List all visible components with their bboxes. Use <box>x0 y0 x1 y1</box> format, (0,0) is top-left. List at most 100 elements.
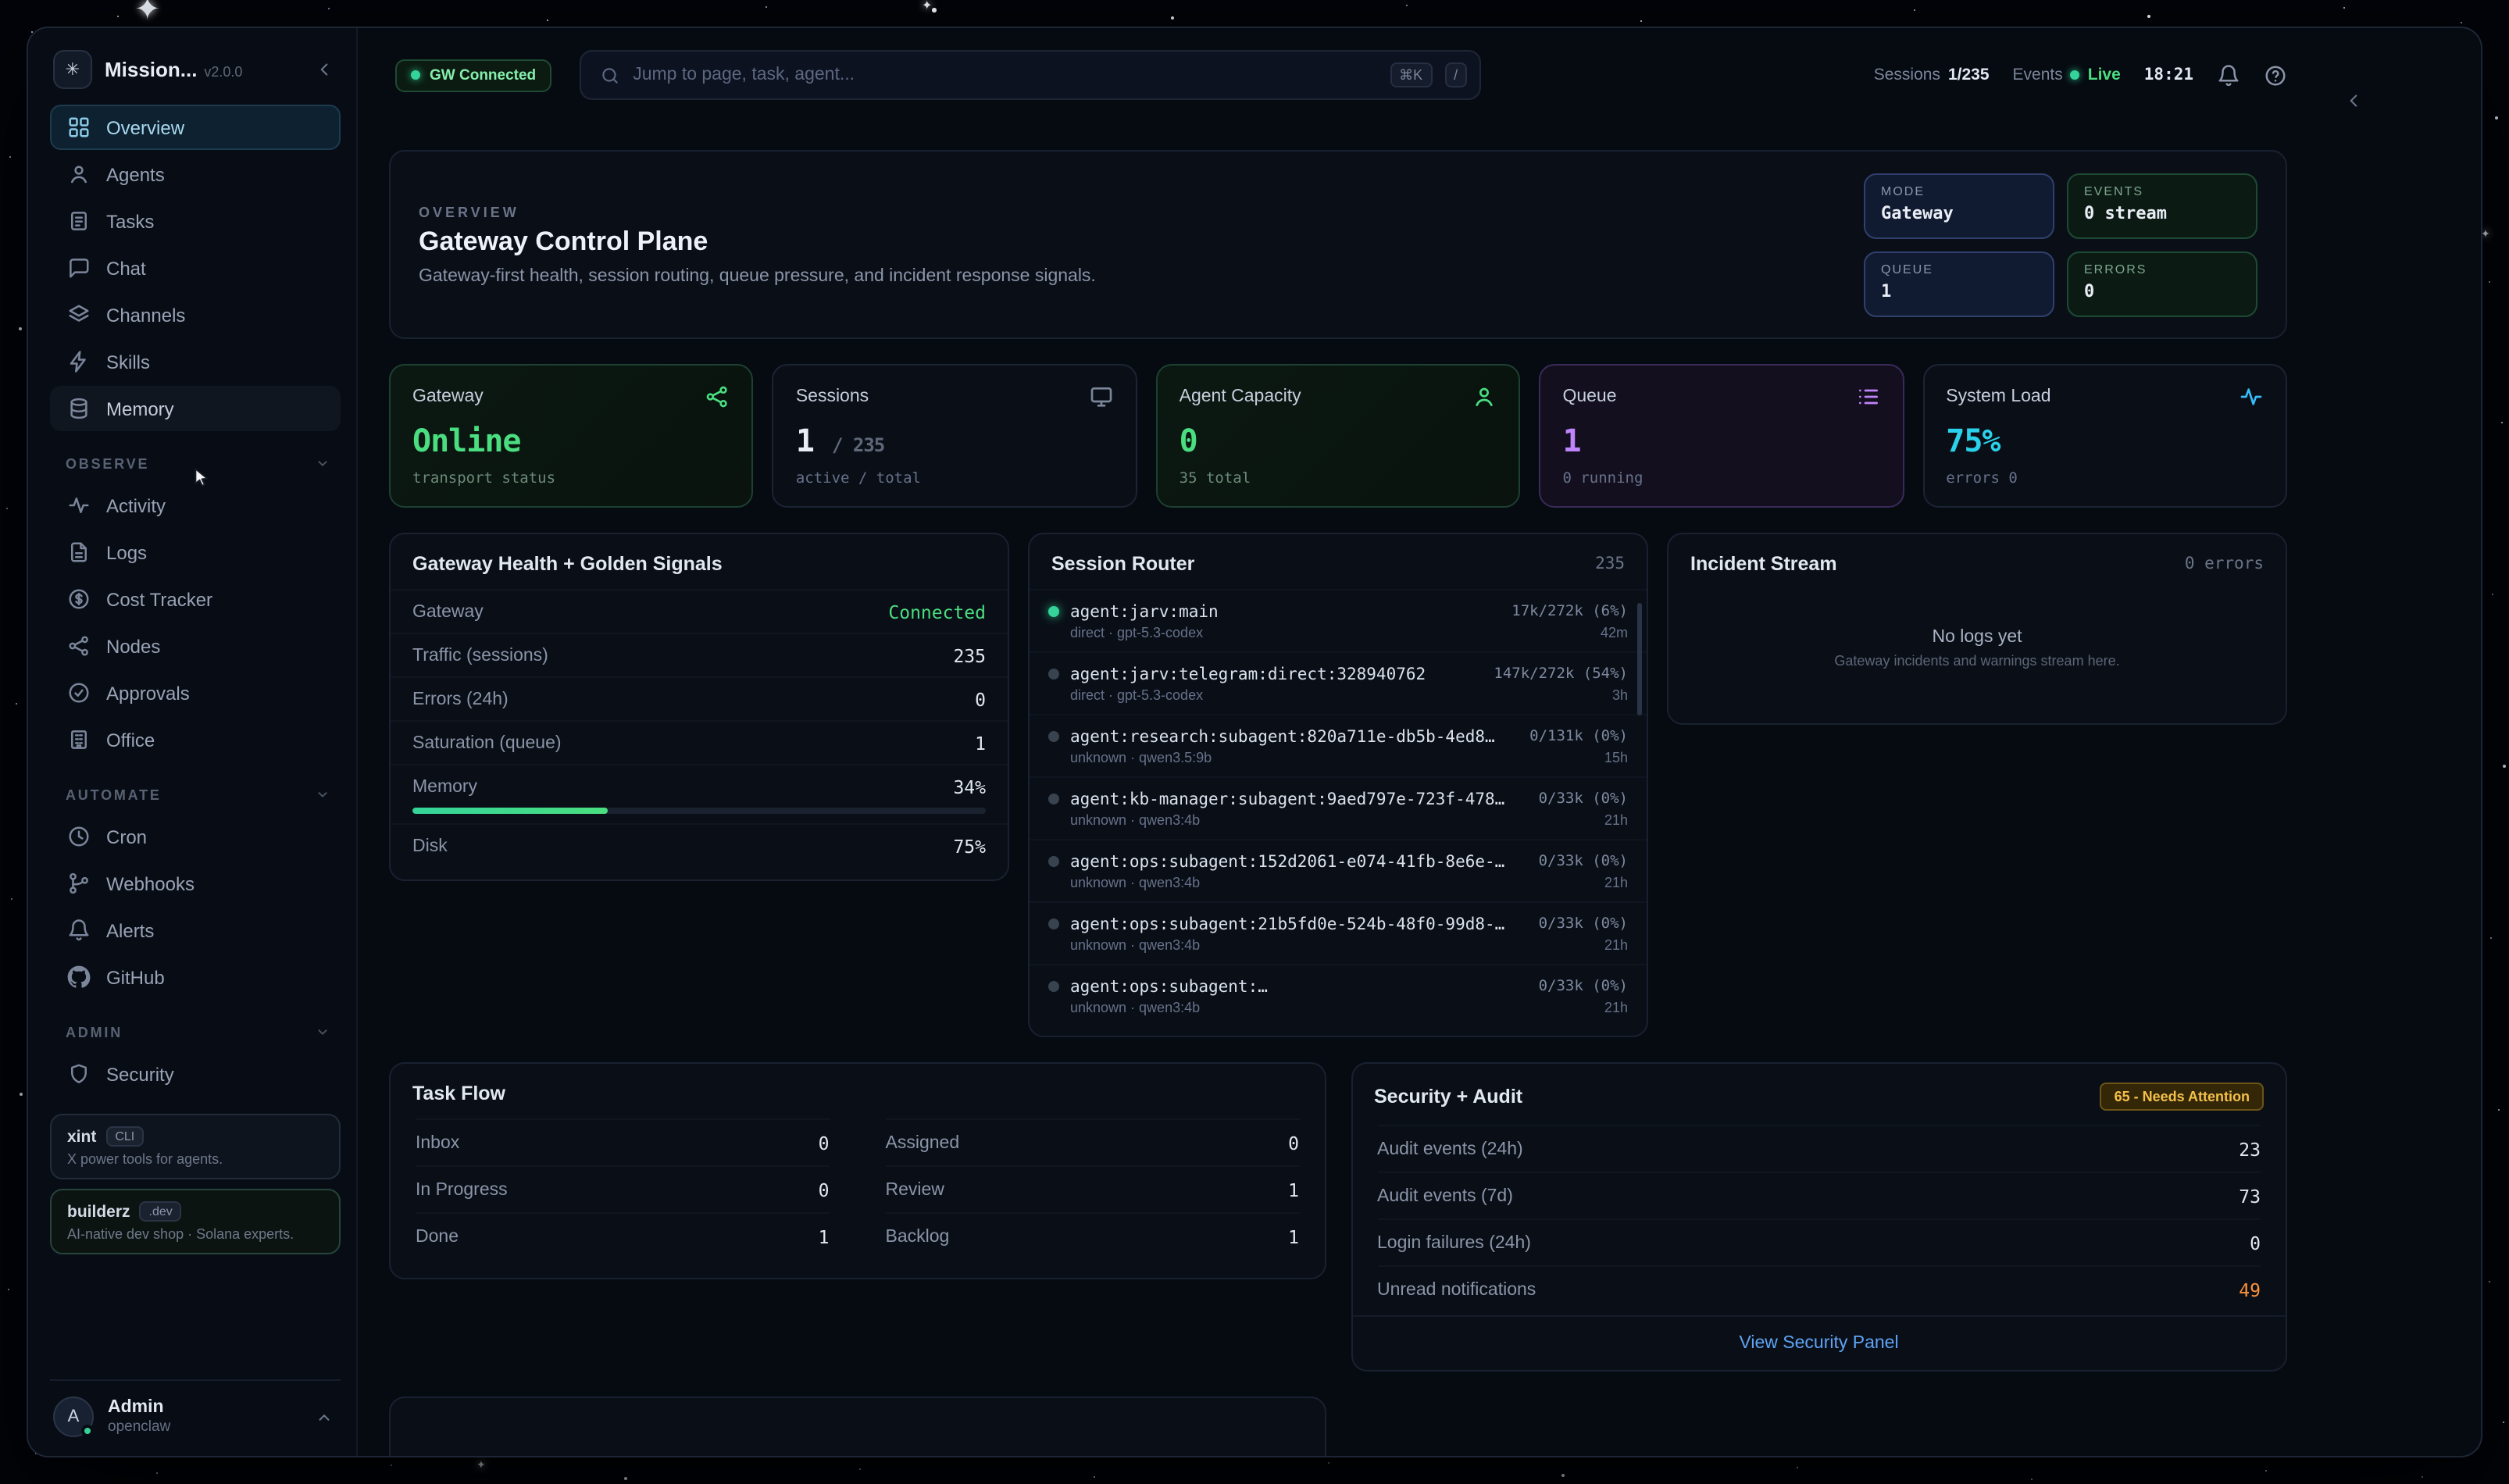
session-usage: 0/131k (0%) <box>1529 728 1628 745</box>
sidebar: ✳ Mission... v2.0.0 Overview Agents <box>28 28 358 1456</box>
activity-icon <box>2239 384 2264 409</box>
session-model: unknown · qwen3:4b <box>1070 936 1539 952</box>
right-panel-collapse-button[interactable] <box>2334 81 2372 119</box>
task-flow-row: Backlog 1 <box>886 1212 1300 1259</box>
sidebar-item-tasks[interactable]: Tasks <box>50 198 341 244</box>
security-row: Audit events (7d) 73 <box>1377 1172 2261 1218</box>
chevron-down-icon <box>314 1023 331 1040</box>
sidebar-item-agents[interactable]: Agents <box>50 152 341 197</box>
session-row[interactable]: agent:research:subagent:820a711e-db5b-4e… <box>1030 714 1647 776</box>
sidebar-item-channels[interactable]: Channels <box>50 292 341 337</box>
network-nodes-icon <box>67 634 91 658</box>
sidebar-item-github[interactable]: GitHub <box>50 954 341 1000</box>
sidebar-item-cost-tracker[interactable]: Cost Tracker <box>50 576 341 622</box>
events-label: Events <box>2013 66 2063 84</box>
promo-badge: CLI <box>105 1126 144 1147</box>
kpi-gateway[interactable]: Gateway Online transport status <box>389 364 754 508</box>
security-row: Login failures (24h) 0 <box>1377 1218 2261 1265</box>
sidebar-item-security[interactable]: Security <box>50 1051 341 1097</box>
mouse-cursor <box>191 467 212 489</box>
session-name: agent:ops:subagent:21b5fd0e-524b-48f0-99… <box>1070 915 1539 933</box>
view-security-panel-link[interactable]: View Security Panel <box>1352 1315 2286 1370</box>
clock: 18:21 <box>2144 66 2193 84</box>
sidebar-item-logs[interactable]: Logs <box>50 530 341 575</box>
session-status-dot <box>1048 981 1059 992</box>
gateway-status-pill[interactable]: GW Connected <box>395 59 551 91</box>
help-icon[interactable] <box>2264 63 2287 87</box>
sidebar-item-nodes[interactable]: Nodes <box>50 623 341 669</box>
memory-progress <box>391 808 1008 823</box>
nav-label: Alerts <box>106 919 154 941</box>
nav-label: Logs <box>106 541 147 563</box>
search-input[interactable] <box>633 66 1377 84</box>
kpi-value: 75% <box>1946 421 2264 458</box>
kpi-system-load[interactable]: System Load 75% errors 0 <box>1922 364 2287 508</box>
sidebar-item-cron[interactable]: Cron <box>50 814 341 859</box>
search-icon <box>600 65 620 85</box>
session-row[interactable]: agent:kb-manager:subagent:9aed797e-723f-… <box>1030 776 1647 839</box>
sidebar-item-chat[interactable]: Chat <box>50 245 341 291</box>
brand-header[interactable]: ✳ Mission... v2.0.0 <box>50 47 341 105</box>
sidebar-item-alerts[interactable]: Alerts <box>50 908 341 953</box>
kbd-cmd-k: ⌘K <box>1390 62 1432 88</box>
sidebar-item-memory[interactable]: Memory <box>50 386 341 431</box>
sidebar-item-overview[interactable]: Overview <box>50 105 341 150</box>
topbar: GW Connected ⌘K / Sessions 1/235 Events <box>358 28 2481 122</box>
nav-label: GitHub <box>106 966 165 988</box>
user-menu[interactable]: A Admin openclaw <box>50 1379 341 1456</box>
check-circle-icon <box>67 681 91 705</box>
sidebar-item-office[interactable]: Office <box>50 717 341 762</box>
global-search[interactable]: ⌘K / <box>580 50 1481 100</box>
sidebar-item-approvals[interactable]: Approvals <box>50 670 341 715</box>
empty-subtitle: Gateway incidents and warnings stream he… <box>1834 653 2119 669</box>
error-count: 0 errors <box>2185 555 2264 573</box>
sidebar-item-webhooks[interactable]: Webhooks <box>50 861 341 906</box>
promo-card-builderz[interactable]: builderz .dev AI-native dev shop · Solan… <box>50 1189 341 1254</box>
page-subtitle: Gateway-first health, session routing, q… <box>419 266 1096 285</box>
git-branch-icon <box>67 872 91 895</box>
status-dot <box>411 70 420 80</box>
sidebar-item-skills[interactable]: Skills <box>50 339 341 384</box>
section-admin[interactable]: ADMIN <box>66 1023 331 1040</box>
share-nodes-icon <box>705 384 730 409</box>
nav-label: Tasks <box>106 210 154 232</box>
session-status-dot <box>1048 606 1059 617</box>
kpi-value: Online <box>412 421 730 458</box>
needs-attention-badge: 65 - Needs Attention <box>2100 1083 2264 1111</box>
section-automate[interactable]: AUTOMATE <box>66 786 331 803</box>
session-row[interactable]: agent:jarv:main 17k/272k (6%) direct · g… <box>1030 589 1647 651</box>
card-title: Incident Stream <box>1690 553 1837 575</box>
kpi-sub: transport status <box>412 470 730 487</box>
app-version: v2.0.0 <box>204 63 242 79</box>
online-status-dot <box>81 1425 94 1437</box>
section-label: OBSERVE <box>66 455 149 471</box>
promo-card-xint[interactable]: xint CLI X power tools for agents. <box>50 1114 341 1179</box>
github-icon <box>67 965 91 989</box>
user-name: Admin <box>108 1397 170 1419</box>
kpi-sessions[interactable]: Sessions 1 / 235 active / total <box>773 364 1137 508</box>
page-eyebrow: OVERVIEW <box>419 204 1096 219</box>
sidebar-collapse-icon[interactable] <box>314 59 334 80</box>
session-row[interactable]: agent:jarv:telegram:direct:328940762 147… <box>1030 651 1647 714</box>
kpi-sub: 35 total <box>1180 470 1497 487</box>
section-label: ADMIN <box>66 1024 123 1040</box>
kpi-agent-capacity[interactable]: Agent Capacity 0 35 total <box>1156 364 1521 508</box>
list-icon <box>1855 384 1880 409</box>
sidebar-item-activity[interactable]: Activity <box>50 483 341 528</box>
app-logo-icon: ✳ <box>53 50 92 89</box>
avatar: A <box>53 1397 94 1437</box>
session-row[interactable]: agent:ops:subagent:152d2061-e074-41fb-8e… <box>1030 839 1647 901</box>
kpi-queue[interactable]: Queue 1 0 running <box>1539 364 1904 508</box>
health-row: Gateway Connected <box>391 589 1008 633</box>
clock-icon <box>67 825 91 848</box>
session-row[interactable]: agent:ops:subagent:21b5fd0e-524b-48f0-99… <box>1030 901 1647 964</box>
session-model: unknown · qwen3:4b <box>1070 874 1539 890</box>
scrollbar-thumb[interactable] <box>1637 603 1642 715</box>
bell-icon[interactable] <box>2217 63 2240 87</box>
session-name: agent:ops:subagent:… <box>1070 977 1539 996</box>
sessions-count: 1/235 <box>1948 66 1990 84</box>
task-flow-row: Inbox 0 <box>416 1118 830 1165</box>
kpi-sub: errors 0 <box>1946 470 2264 487</box>
events-chip: EVENTS 0 stream <box>2067 173 2257 238</box>
session-row-partial[interactable]: agent:ops:subagent:… 0/33k (0%) unknown … <box>1030 964 1647 1026</box>
